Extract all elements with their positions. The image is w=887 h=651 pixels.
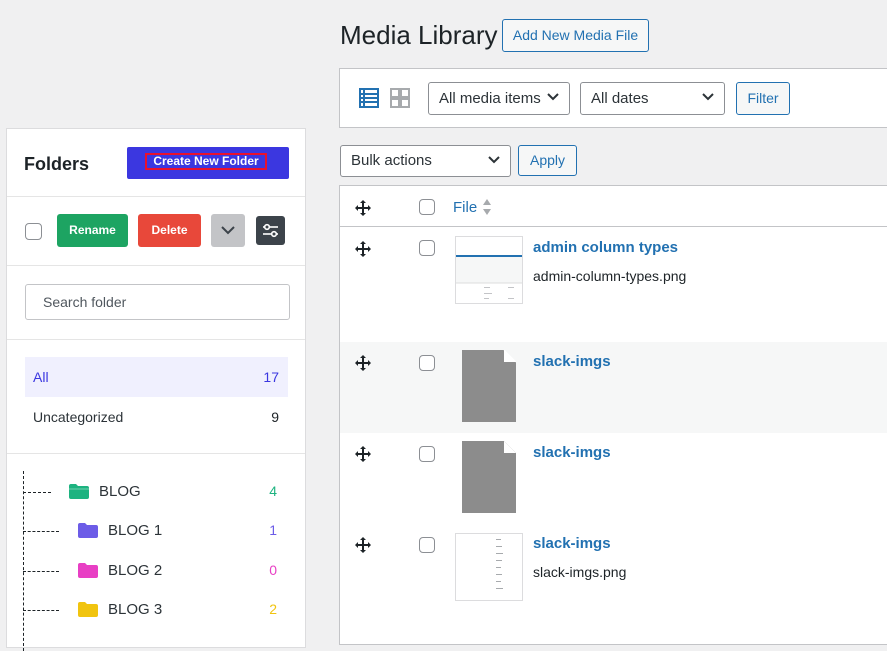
folder-item-uncategorized[interactable]: Uncategorized 9	[25, 399, 288, 435]
create-new-folder-label: Create New Folder	[145, 153, 267, 170]
folder-settings-button[interactable]	[256, 216, 285, 245]
folder-uncategorized-count: 9	[271, 409, 279, 425]
chevron-down-icon	[702, 93, 714, 101]
media-type-select[interactable]: All media items	[428, 82, 570, 115]
folder-count: 2	[269, 601, 277, 617]
add-new-media-button[interactable]: Add New Media File	[502, 19, 649, 52]
media-title-link[interactable]: slack-imgs	[533, 444, 611, 461]
folder-label: BLOG 2	[108, 562, 163, 579]
bulk-actions-value: Bulk actions	[351, 152, 432, 169]
tree-connector	[23, 531, 59, 532]
folders-title: Folders	[24, 154, 90, 174]
table-row: slack-imgs slack-imgs.png	[340, 524, 887, 644]
move-icon[interactable]	[354, 445, 372, 463]
media-title-link[interactable]: slack-imgs	[533, 353, 611, 370]
folder-item-blog-1[interactable]: BLOG 1 1	[23, 519, 293, 543]
thumbnail-image[interactable]	[455, 533, 523, 601]
sort-icon[interactable]	[482, 198, 492, 216]
media-table: File admin column types admin-column-typ…	[339, 185, 887, 645]
sliders-icon	[262, 223, 279, 238]
bulk-actions-select[interactable]: Bulk actions	[340, 145, 511, 177]
list-view-icon[interactable]	[359, 88, 379, 108]
select-all-checkbox[interactable]	[419, 199, 435, 215]
search-folder-input[interactable]	[25, 284, 290, 320]
table-row: slack-imgs	[340, 342, 887, 433]
row-checkbox[interactable]	[419, 355, 435, 371]
media-filename: admin-column-types.png	[533, 268, 687, 284]
date-value: All dates	[591, 90, 649, 107]
folder-icon	[69, 484, 89, 499]
folder-label: BLOG	[99, 483, 141, 500]
move-icon[interactable]	[354, 354, 372, 372]
folders-panel: Folders Create New Folder Rename Delete …	[6, 128, 306, 651]
tree-connector	[23, 492, 51, 493]
folder-item-blog-2[interactable]: BLOG 2 0	[23, 559, 293, 583]
apply-button[interactable]: Apply	[518, 145, 577, 176]
divider	[7, 265, 305, 266]
media-filename: slack-imgs.png	[533, 564, 627, 580]
folder-all-count: 17	[263, 369, 279, 385]
folder-count: 0	[269, 562, 277, 578]
row-checkbox[interactable]	[419, 446, 435, 462]
folder-label: BLOG 3	[108, 601, 163, 618]
rename-button[interactable]: Rename	[57, 214, 128, 247]
media-type-value: All media items	[439, 90, 541, 107]
folder-item-all[interactable]: All 17	[25, 357, 288, 397]
table-row: slack-imgs	[340, 433, 887, 524]
grid-view-icon[interactable]	[390, 88, 410, 108]
chevron-down-icon	[488, 156, 500, 164]
divider	[7, 339, 305, 340]
page-title: Media Library	[340, 20, 498, 50]
folder-count: 1	[269, 522, 277, 538]
tree-connector	[23, 571, 59, 572]
move-icon[interactable]	[354, 536, 372, 554]
thumbnail-image[interactable]	[455, 236, 523, 304]
file-column-header[interactable]: File	[453, 199, 477, 216]
delete-button[interactable]: Delete	[138, 214, 201, 247]
table-row: admin column types admin-column-types.pn…	[340, 227, 887, 342]
move-icon[interactable]	[354, 199, 372, 217]
row-checkbox[interactable]	[419, 240, 435, 256]
folder-count: 4	[269, 483, 277, 499]
folder-icon	[78, 563, 98, 578]
create-new-folder-button[interactable]: Create New Folder	[127, 147, 289, 179]
tree-connector	[23, 610, 59, 611]
document-icon[interactable]	[462, 350, 516, 422]
folder-uncategorized-label: Uncategorized	[33, 409, 124, 425]
row-checkbox[interactable]	[419, 537, 435, 553]
folder-item-blog-3[interactable]: BLOG 3 2	[23, 598, 293, 622]
divider	[7, 196, 305, 197]
chevron-down-icon	[547, 93, 559, 101]
media-title-link[interactable]: admin column types	[533, 239, 678, 256]
folder-all-label: All	[33, 369, 49, 385]
divider	[7, 453, 305, 454]
date-select[interactable]: All dates	[580, 82, 725, 115]
select-all-folders-checkbox[interactable]	[25, 223, 42, 240]
table-header: File	[340, 186, 887, 227]
media-title-link[interactable]: slack-imgs	[533, 535, 611, 552]
folder-icon	[78, 523, 98, 538]
folder-item-blog[interactable]: BLOG 4	[23, 480, 293, 504]
filter-button[interactable]: Filter	[736, 82, 790, 115]
chevron-down-icon	[221, 226, 235, 235]
document-icon[interactable]	[462, 441, 516, 513]
folder-label: BLOG 1	[108, 522, 163, 539]
expand-button[interactable]	[211, 214, 245, 247]
folder-icon	[78, 602, 98, 617]
move-icon[interactable]	[354, 240, 372, 258]
